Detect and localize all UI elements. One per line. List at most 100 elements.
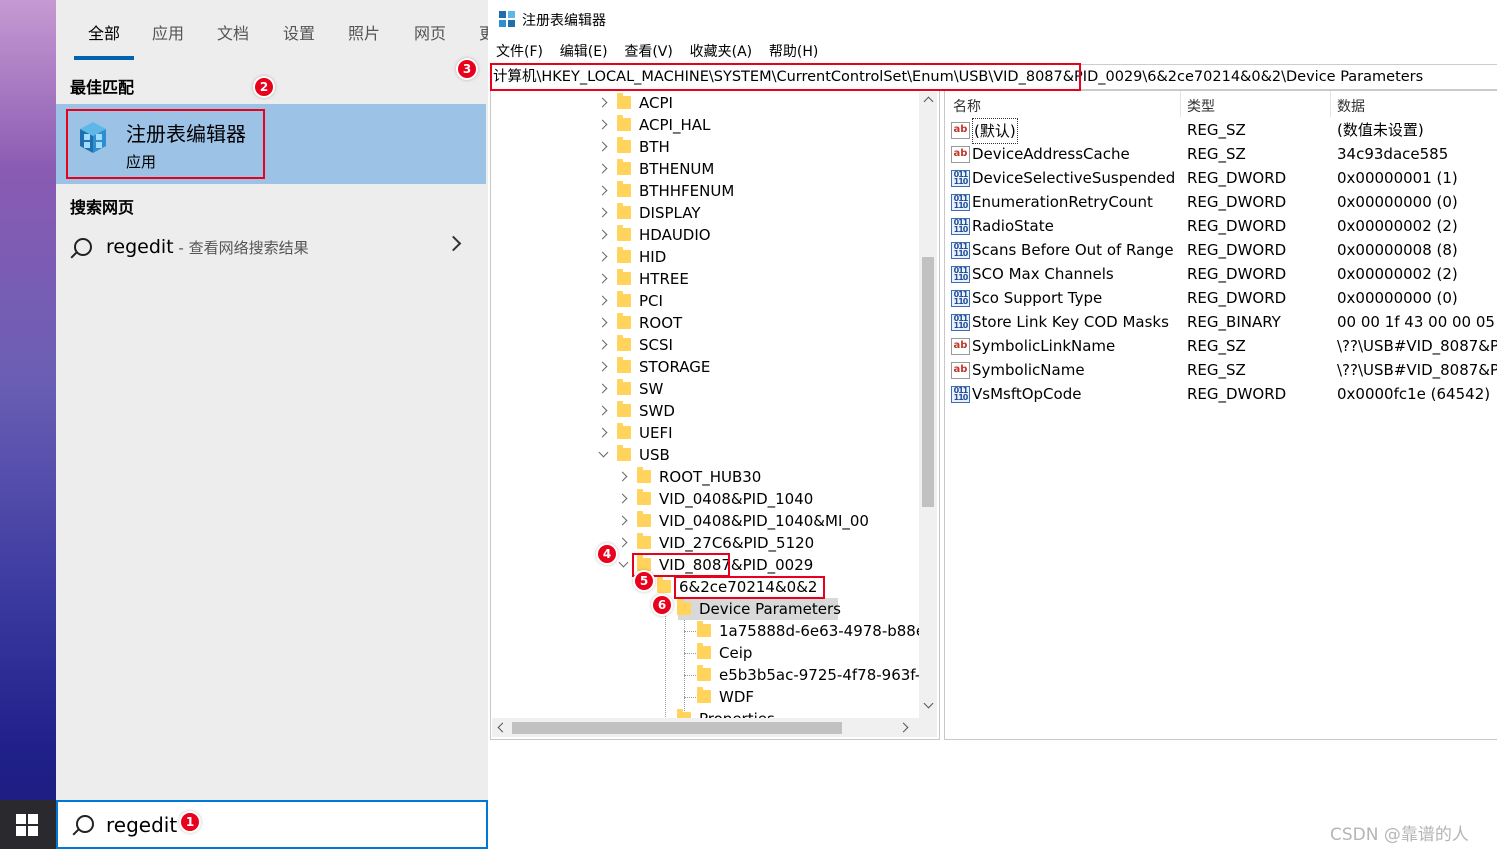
expand-chevron-icon[interactable] <box>597 361 608 372</box>
string-value-icon: ab <box>951 362 970 379</box>
expand-chevron-icon[interactable] <box>597 141 608 152</box>
expand-chevron-icon[interactable] <box>597 229 608 240</box>
tab-photos[interactable]: 照片 <box>348 20 380 44</box>
folder-icon <box>617 247 631 263</box>
folder-icon <box>617 313 631 329</box>
expand-chevron-icon[interactable] <box>617 471 628 482</box>
column-header-name[interactable]: 名称 <box>953 96 981 116</box>
expand-chevron-icon[interactable] <box>597 163 608 174</box>
value-row[interactable]: 011 110 RadioState REG_DWORD 0x00000002 (2) <box>945 214 1497 238</box>
scroll-up-icon[interactable] <box>923 96 934 107</box>
tree-item-label: VID_27C6&PID_5120 <box>659 534 815 552</box>
value-row[interactable]: 011 110 Scans Before Out of Range REG_DWORD… <box>945 238 1497 262</box>
expand-chevron-icon[interactable] <box>597 405 608 416</box>
expand-chevron-icon[interactable] <box>617 515 628 526</box>
scroll-right-icon[interactable] <box>898 722 909 733</box>
value-name: SymbolicLinkName <box>972 337 1116 355</box>
step-badge-1: 1 <box>181 813 199 831</box>
windows-start-icon[interactable] <box>16 814 38 836</box>
web-search-result[interactable]: regedit - 查看网络搜索结果 <box>56 226 486 270</box>
tab-web[interactable]: 网页 <box>414 20 446 44</box>
value-row-default[interactable]: ab (默认) REG_SZ (数值未设置) <box>945 118 1497 144</box>
value-row[interactable]: 011 110 EnumerationRetryCount REG_DWORD 0x00… <box>945 190 1497 214</box>
value-row[interactable]: 011 110 VsMsftOpCode REG_DWORD 0x0000fc1e (6… <box>945 382 1497 406</box>
value-row[interactable]: 011 110 Store Link Key COD Masks REG_BINARY… <box>945 310 1497 334</box>
tree-item-label: WDF <box>719 688 755 706</box>
collapse-chevron-icon[interactable] <box>618 557 629 568</box>
expand-chevron-icon[interactable] <box>597 295 608 306</box>
value-row[interactable]: 011 110 DeviceSelectiveSuspended REG_DWORD 0… <box>945 166 1497 190</box>
expand-chevron-icon[interactable] <box>597 339 608 350</box>
value-name: (默认) <box>972 118 1018 144</box>
menu-bar: 文件(F) 编辑(E) 查看(V) 收藏夹(A) 帮助(H) <box>496 41 830 61</box>
column-separator[interactable] <box>1180 91 1181 117</box>
scroll-down-icon[interactable] <box>923 698 934 709</box>
step-badge-2: 2 <box>255 78 273 96</box>
tree-item-label: HID <box>639 248 667 266</box>
tree-vertical-scroll-thumb[interactable] <box>922 257 934 507</box>
tree-vertical-scrollbar[interactable] <box>919 92 937 718</box>
tree-item-label: ROOT_HUB30 <box>659 468 762 486</box>
expand-chevron-icon[interactable] <box>597 97 608 108</box>
expand-chevron-icon[interactable] <box>617 493 628 504</box>
tab-apps[interactable]: 应用 <box>152 20 184 44</box>
value-name: SymbolicName <box>972 361 1085 379</box>
folder-icon <box>697 687 711 703</box>
tree-horizontal-scroll-thumb[interactable] <box>512 722 842 734</box>
expand-chevron-icon[interactable] <box>597 251 608 262</box>
expand-chevron-icon[interactable] <box>597 207 608 218</box>
expand-chevron-icon[interactable] <box>617 537 628 548</box>
value-row[interactable]: ab SymbolicLinkName REG_SZ \??\USB#VID_8087… <box>945 334 1497 358</box>
value-name: Scans Before Out of Range <box>972 241 1174 259</box>
binary-value-icon: 011 110 <box>951 290 970 307</box>
menu-edit[interactable]: 编辑(E) <box>560 41 608 61</box>
value-name: DeviceAddressCache <box>972 145 1130 163</box>
menu-file[interactable]: 文件(F) <box>496 41 543 61</box>
menu-help[interactable]: 帮助(H) <box>769 41 818 61</box>
value-name: SCO Max Channels <box>972 265 1114 283</box>
value-type: REG_SZ <box>1187 145 1246 163</box>
tree-horizontal-scrollbar[interactable] <box>492 718 919 737</box>
key-tree-pane[interactable]: ACPI ACPI_HAL BTH BTHENUM BTHHFENUM DISP… <box>490 90 940 740</box>
tab-settings[interactable]: 设置 <box>283 20 315 44</box>
column-header-data[interactable]: 数据 <box>1337 96 1365 116</box>
expand-chevron-icon[interactable] <box>597 119 608 130</box>
tab-documents[interactable]: 文档 <box>217 20 249 44</box>
value-type: REG_DWORD <box>1187 241 1287 259</box>
column-header-type[interactable]: 类型 <box>1187 96 1215 116</box>
tree-item-label: SW <box>639 380 664 398</box>
value-name: Sco Support Type <box>972 289 1103 307</box>
binary-value-icon: 011 110 <box>951 170 970 187</box>
expand-chevron-icon[interactable] <box>597 273 608 284</box>
value-row[interactable]: 011 110 SCO Max Channels REG_DWORD 0x0000000… <box>945 262 1497 286</box>
menu-favorites[interactable]: 收藏夹(A) <box>690 41 753 61</box>
tree-item-label: USB <box>639 446 670 464</box>
value-row[interactable]: 011 110 Sco Support Type REG_DWORD 0x0000000… <box>945 286 1497 310</box>
folder-icon <box>637 533 651 549</box>
expand-chevron-icon[interactable] <box>597 427 608 438</box>
value-type: REG_SZ <box>1187 361 1246 379</box>
column-separator[interactable] <box>1330 91 1331 117</box>
scroll-left-icon[interactable] <box>497 722 508 733</box>
taskbar-search-input[interactable]: regedit <box>56 800 488 849</box>
folder-icon <box>697 621 711 637</box>
expand-chevron-icon[interactable] <box>597 383 608 394</box>
value-row[interactable]: ab SymbolicName REG_SZ \??\USB#VID_8087&PI <box>945 358 1497 382</box>
tab-more[interactable]: 更 <box>479 20 488 44</box>
folder-icon <box>617 335 631 351</box>
expand-chevron-icon[interactable] <box>597 317 608 328</box>
expand-chevron-icon[interactable] <box>597 185 608 196</box>
menu-view[interactable]: 查看(V) <box>624 41 673 61</box>
best-match-heading: 最佳匹配 <box>70 78 135 97</box>
collapse-chevron-icon[interactable] <box>598 447 609 458</box>
tree-item-label: ACPI_HAL <box>639 116 711 134</box>
value-row[interactable]: ab DeviceAddressCache REG_SZ 34c93dace585 <box>945 142 1497 166</box>
folder-icon <box>617 181 631 197</box>
value-data: (数值未设置) <box>1337 121 1424 139</box>
tab-all[interactable]: 全部 <box>88 20 120 44</box>
value-data: 00 00 1f 43 00 00 05 4 <box>1337 313 1497 331</box>
values-list-pane[interactable]: 名称 类型 数据 ab (默认) REG_SZ (数值未设置) ab DeviceAdd… <box>944 90 1497 740</box>
search-tabs: 全部 应用 文档 设置 照片 网页 更 <box>56 0 488 62</box>
web-query: regedit <box>106 236 174 258</box>
desktop-wallpaper <box>0 0 56 849</box>
